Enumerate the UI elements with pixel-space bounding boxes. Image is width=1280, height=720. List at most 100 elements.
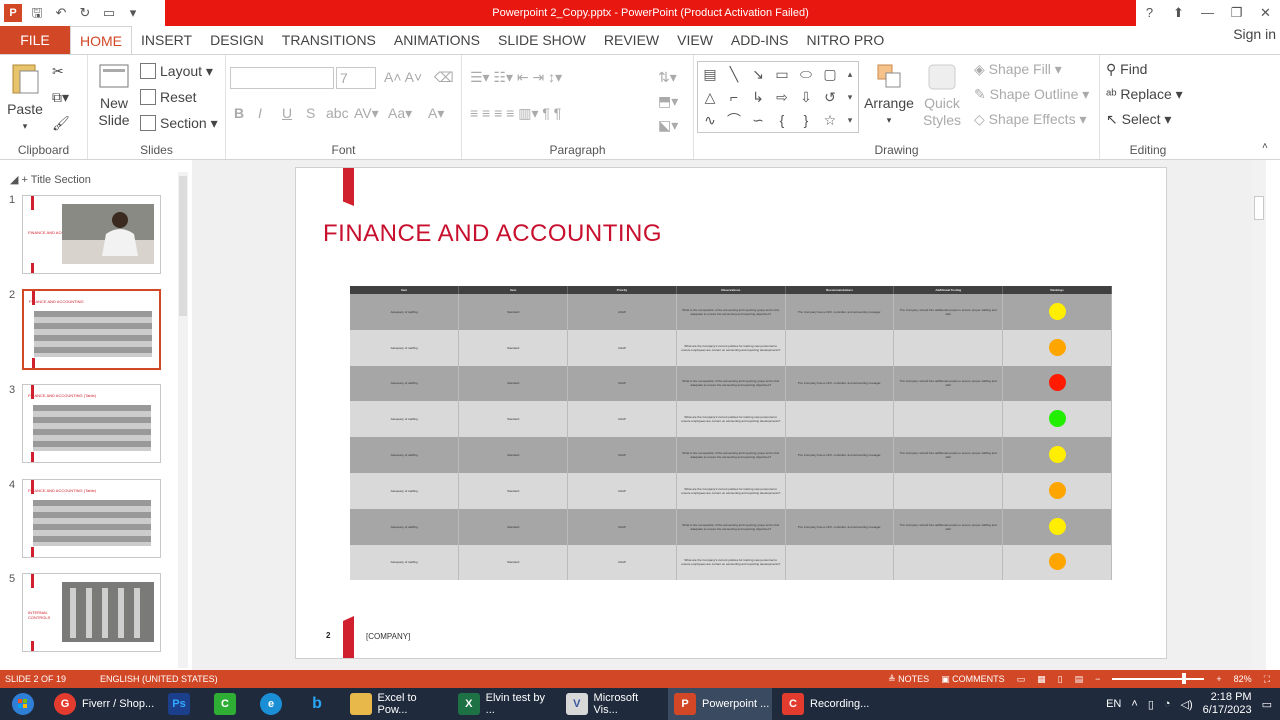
table-cell[interactable]: Adequacy of staffing: [350, 508, 460, 545]
table-cell[interactable]: What are the Company's current policies …: [676, 544, 786, 581]
table-row[interactable]: Adequacy of staffing Standard ASAP What is …: [350, 508, 1112, 545]
character-spacing-icon[interactable]: AV▾: [354, 105, 379, 122]
redo-icon[interactable]: ↻: [76, 4, 94, 22]
table-cell[interactable]: Standard: [458, 365, 569, 402]
restore-icon[interactable]: ❐: [1222, 0, 1251, 26]
table-cell[interactable]: ASAP: [567, 472, 677, 509]
table-cell[interactable]: [893, 401, 1004, 438]
table-cell[interactable]: What are the Company's current policies …: [676, 329, 786, 366]
show-hidden-icons-icon[interactable]: ˄: [1131, 698, 1137, 710]
section-button[interactable]: Section ▾: [140, 115, 218, 132]
table-cell[interactable]: Adequacy of staffing: [350, 401, 460, 438]
elbow-connector-icon[interactable]: ⌐: [724, 87, 744, 107]
table-cell[interactable]: Adequacy of staffing: [350, 472, 460, 509]
taskbar-camtasia[interactable]: C: [210, 688, 240, 720]
network-icon[interactable]: ▯: [1148, 698, 1154, 711]
tab-transitions[interactable]: TRANSITIONS: [273, 26, 385, 54]
close-icon[interactable]: ✕: [1251, 0, 1280, 26]
replace-button[interactable]: ᵃᵇ Replace ▾: [1106, 86, 1183, 103]
layout-button[interactable]: Layout ▾: [140, 63, 213, 80]
grow-font-icon[interactable]: A˄ A˅: [384, 69, 422, 85]
table-cell[interactable]: What are the Company's current policies …: [676, 472, 786, 509]
notifications-icon[interactable]: ▭: [1262, 698, 1272, 711]
italic-icon[interactable]: I: [258, 105, 262, 121]
slide-thumbnail-4[interactable]: FINANCE AND ACCOUNTING (Table): [22, 479, 161, 558]
section-header[interactable]: ◢ + Title Section: [10, 173, 91, 186]
table-cell[interactable]: ASAP: [567, 401, 677, 438]
table-cell[interactable]: ASAP: [567, 544, 677, 581]
table-cell[interactable]: The Company should hire additional peopl…: [893, 508, 1004, 545]
clock[interactable]: 2:18 PM 6/17/2023: [1203, 691, 1252, 717]
table-cell[interactable]: ASAP: [567, 437, 677, 473]
table-cell[interactable]: The Company has a CFO, controller, and a…: [785, 294, 895, 330]
rounded-rectangle-shape-icon[interactable]: ▢: [820, 64, 840, 84]
table-cell[interactable]: The Company should hire additional peopl…: [893, 365, 1004, 402]
table-cell[interactable]: Adequacy of staffing: [350, 544, 460, 581]
taskbar-visio[interactable]: V Microsoft Vis...: [560, 688, 664, 720]
taskbar-explorer[interactable]: ▮ Excel to Pow...: [344, 688, 448, 720]
bullets-icon[interactable]: ☰▾ ☷▾ ⇤ ⇥ ↕▾: [470, 69, 562, 86]
clear-formatting-icon[interactable]: ⌫: [434, 69, 454, 86]
table-cell[interactable]: What is the composition of the accountin…: [676, 294, 786, 330]
curved-arrow-icon[interactable]: ↳: [748, 87, 768, 107]
gallery-up-icon[interactable]: ▴: [842, 64, 858, 84]
table-cell[interactable]: ASAP: [567, 508, 677, 545]
table-cell[interactable]: Standard: [458, 294, 569, 330]
select-button[interactable]: ↖ Select ▾: [1106, 111, 1171, 128]
table-cell[interactable]: Adequacy of staffing: [350, 329, 460, 366]
line-shape-icon[interactable]: ╲: [724, 64, 744, 84]
table-cell[interactable]: [893, 472, 1004, 509]
canvas-scrollbar[interactable]: [1252, 160, 1266, 670]
bold-icon[interactable]: B: [234, 105, 244, 121]
shapes-gallery[interactable]: ▤ ╲ ↘ ▭ ⬭ ▢ △ ⌐ ↳ ⇨ ⇩ ↺ ∿ ⌒ ∽ { } ☆ ▴ ▾ …: [697, 61, 859, 133]
tab-animations[interactable]: ANIMATIONS: [385, 26, 489, 54]
table-cell[interactable]: ASAP: [567, 294, 677, 330]
ranking-cell[interactable]: [1002, 508, 1112, 545]
arrange-button[interactable]: Arrange ▾: [862, 61, 916, 129]
left-brace-shape-icon[interactable]: {: [772, 110, 792, 130]
slide-thumbnail-5[interactable]: INTERNAL CONTROLS: [22, 573, 161, 652]
find-button[interactable]: ⚲ Find: [1106, 61, 1147, 78]
strikethrough-icon[interactable]: abc: [326, 105, 349, 121]
reset-button[interactable]: Reset: [140, 89, 197, 105]
zoom-slider[interactable]: [1112, 673, 1205, 684]
collapse-ribbon-icon[interactable]: ˄: [1262, 141, 1268, 152]
cut-icon[interactable]: ✂: [52, 63, 64, 80]
taskbar-bing[interactable]: b: [302, 688, 332, 720]
table-cell[interactable]: The Company should hire additional peopl…: [893, 294, 1004, 330]
star-shape-icon[interactable]: ☆: [820, 110, 840, 130]
table-cell[interactable]: Adequacy of staffing: [350, 365, 460, 402]
format-painter-icon[interactable]: 🖌: [52, 115, 70, 132]
ranking-cell[interactable]: [1002, 294, 1112, 330]
ranking-cell[interactable]: [1002, 401, 1112, 438]
triangle-shape-icon[interactable]: △: [700, 87, 720, 107]
finance-table[interactable]: Item Item Priority Observations Recommendati…: [350, 286, 1112, 581]
shadow-icon[interactable]: S: [306, 105, 315, 121]
help-icon[interactable]: ?: [1135, 0, 1164, 26]
copy-icon[interactable]: ⧉▾: [52, 89, 69, 106]
fit-slide-icon[interactable]: ⛶: [1264, 670, 1270, 688]
table-cell[interactable]: Adequacy of staffing: [350, 437, 460, 473]
minimize-icon[interactable]: —: [1193, 0, 1222, 26]
table-cell[interactable]: What is the composition of the accountin…: [676, 437, 786, 473]
customize-toolbar-icon[interactable]: ▾: [124, 4, 142, 22]
tab-insert[interactable]: INSERT: [132, 26, 201, 54]
table-cell[interactable]: Standard: [458, 401, 569, 438]
tab-design[interactable]: DESIGN: [201, 26, 273, 54]
scribble-shape-icon[interactable]: ∿: [700, 110, 720, 130]
underline-icon[interactable]: U: [282, 105, 292, 121]
table-cell[interactable]: Adequacy of staffing: [350, 294, 460, 330]
table-cell[interactable]: ASAP: [567, 365, 677, 402]
text-direction-icon[interactable]: ⇅▾: [658, 69, 677, 86]
slideshow-view-icon[interactable]: ▤: [1075, 670, 1084, 688]
ranking-cell[interactable]: [1002, 437, 1112, 473]
gallery-down-icon[interactable]: ▾: [842, 87, 858, 107]
comments-button[interactable]: ▣ COMMENTS: [941, 670, 1005, 688]
taskbar-chrome[interactable]: G Fiverr / Shop...: [50, 688, 160, 720]
rectangle-shape-icon[interactable]: ▭: [772, 64, 792, 84]
powerpoint-app-icon[interactable]: P: [4, 4, 22, 22]
shape-effects-button[interactable]: ◇ Shape Effects ▾: [974, 111, 1087, 128]
table-cell[interactable]: The Company has a CFO, controller, and a…: [785, 508, 895, 545]
shape-outline-button[interactable]: ✎ Shape Outline ▾: [974, 86, 1089, 103]
table-row[interactable]: Adequacy of staffing Standard ASAP What is …: [350, 437, 1112, 473]
